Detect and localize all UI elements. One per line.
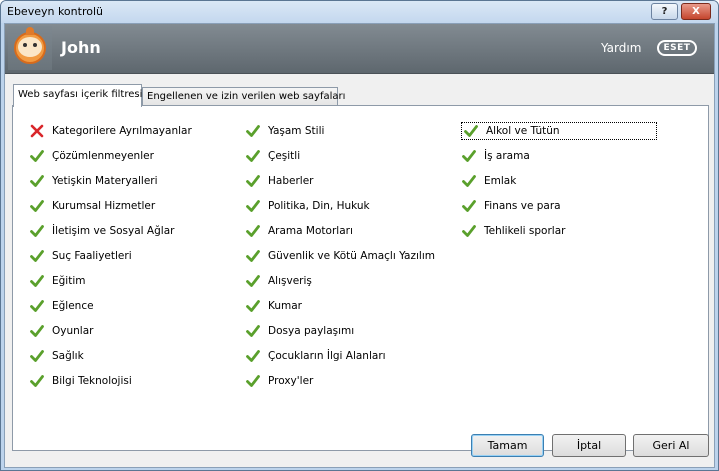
category-label: Yetişkin Materyalleri bbox=[52, 175, 158, 187]
category-item[interactable]: Politika, Din, Hukuk bbox=[246, 198, 370, 214]
category-label: Proxy'ler bbox=[268, 375, 314, 387]
dialog-body: John Yardım ESET Web sayfası içerik filt… bbox=[4, 23, 715, 468]
category-item[interactable]: Dosya paylaşımı bbox=[246, 323, 354, 339]
category-item[interactable]: Finans ve para bbox=[462, 198, 561, 214]
parental-control-window: Ebeveyn kontrolü ? X John Yardım ESET We… bbox=[0, 0, 719, 471]
category-label: Tehlikeli sporlar bbox=[484, 225, 566, 237]
category-label: Dosya paylaşımı bbox=[268, 325, 355, 337]
checkmark-icon bbox=[30, 225, 44, 237]
user-name: John bbox=[61, 38, 101, 57]
category-item[interactable]: Çözümlenmeyenler bbox=[30, 148, 154, 164]
ok-button[interactable]: Tamam bbox=[471, 434, 544, 457]
checkmark-icon bbox=[30, 250, 44, 262]
category-label: Arama Motorları bbox=[268, 225, 353, 237]
eset-logo: ESET bbox=[657, 40, 697, 56]
checkmark-icon bbox=[246, 175, 260, 187]
category-item[interactable]: Yetişkin Materyalleri bbox=[30, 173, 158, 189]
revert-button[interactable]: Geri Al bbox=[633, 434, 709, 457]
category-label: Alkol ve Tütün bbox=[486, 125, 560, 137]
checkmark-icon bbox=[30, 175, 44, 187]
category-label: Oyunlar bbox=[52, 325, 94, 337]
checkmark-icon bbox=[30, 275, 44, 287]
category-item[interactable]: Eğitim bbox=[30, 273, 85, 289]
category-label: Çocukların İlgi Alanları bbox=[268, 350, 386, 362]
category-item[interactable]: Güvenlik ve Kötü Amaçlı Yazılım bbox=[246, 248, 435, 264]
category-label: Emlak bbox=[484, 175, 517, 187]
checkmark-icon bbox=[246, 350, 260, 362]
category-label: Kumar bbox=[268, 300, 302, 312]
category-label: İş arama bbox=[484, 150, 530, 162]
category-item[interactable]: Kategorilere Ayrılmayanlar bbox=[30, 123, 192, 139]
category-label: İletişim ve Sosyal Ağlar bbox=[52, 225, 175, 237]
category-label: Eğlence bbox=[52, 300, 94, 312]
category-label: Eğitim bbox=[52, 275, 86, 287]
category-panel: Kategorilere Ayrılmayanlar Çözümlenmeyenl… bbox=[12, 105, 709, 451]
checkmark-icon bbox=[246, 375, 260, 387]
category-item[interactable]: Suç Faaliyetleri bbox=[30, 248, 132, 264]
checkmark-icon bbox=[30, 200, 44, 212]
checkmark-icon bbox=[246, 125, 260, 137]
category-item[interactable]: Kumar bbox=[246, 298, 302, 314]
category-item[interactable]: Arama Motorları bbox=[246, 223, 353, 239]
category-label: Haberler bbox=[268, 175, 314, 187]
checkmark-icon bbox=[246, 250, 260, 262]
tab-blocked-allowed-pages[interactable]: Engellenen ve izin verilen web sayfaları bbox=[142, 87, 345, 106]
checkmark-icon bbox=[462, 200, 476, 212]
checkmark-icon bbox=[30, 300, 44, 312]
category-label: Alışveriş bbox=[268, 275, 312, 287]
category-item[interactable]: Sağlık bbox=[30, 348, 84, 364]
category-item[interactable]: İş arama bbox=[462, 148, 530, 164]
category-item[interactable]: Proxy'ler bbox=[246, 373, 313, 389]
tab-web-content-filter[interactable]: Web sayfası içerik filtresi bbox=[13, 84, 142, 107]
checkmark-icon bbox=[30, 150, 44, 162]
checkmark-icon bbox=[30, 375, 44, 387]
checkmark-icon bbox=[464, 125, 478, 137]
category-label: Politika, Din, Hukuk bbox=[268, 200, 370, 212]
help-link[interactable]: Yardım bbox=[601, 41, 641, 55]
checkmark-icon bbox=[246, 150, 260, 162]
category-label: Suç Faaliyetleri bbox=[52, 250, 132, 262]
cancel-button[interactable]: İptal bbox=[552, 434, 626, 457]
checkmark-icon bbox=[30, 350, 44, 362]
help-title-button[interactable]: ? bbox=[651, 3, 678, 20]
cross-icon bbox=[30, 124, 44, 138]
category-item[interactable]: Alkol ve Tütün bbox=[461, 122, 657, 140]
checkmark-icon bbox=[246, 325, 260, 337]
category-label: Yaşam Stili bbox=[268, 125, 325, 137]
category-label: Finans ve para bbox=[484, 200, 561, 212]
checkmark-icon bbox=[246, 225, 260, 237]
user-avatar bbox=[8, 26, 52, 70]
window-title: Ebeveyn kontrolü bbox=[7, 5, 103, 18]
user-header: John Yardım ESET bbox=[5, 24, 714, 74]
category-item[interactable]: Çeşitli bbox=[246, 148, 300, 164]
checkmark-icon bbox=[462, 150, 476, 162]
close-button[interactable]: X bbox=[681, 3, 711, 20]
category-item[interactable]: Bilgi Teknolojisi bbox=[30, 373, 132, 389]
category-item[interactable]: Kurumsal Hizmetler bbox=[30, 198, 155, 214]
checkmark-icon bbox=[246, 275, 260, 287]
category-label: Kurumsal Hizmetler bbox=[52, 200, 156, 212]
category-item[interactable]: Tehlikeli sporlar bbox=[462, 223, 565, 239]
category-item[interactable]: Çocukların İlgi Alanları bbox=[246, 348, 386, 364]
category-label: Kategorilere Ayrılmayanlar bbox=[52, 125, 192, 137]
checkmark-icon bbox=[246, 200, 260, 212]
category-item[interactable]: Alışveriş bbox=[246, 273, 312, 289]
checkmark-icon bbox=[30, 325, 44, 337]
category-label: Çözümlenmeyenler bbox=[52, 150, 154, 162]
category-label: Sağlık bbox=[52, 350, 84, 362]
category-item[interactable]: Haberler bbox=[246, 173, 313, 189]
category-item[interactable]: Yaşam Stili bbox=[246, 123, 324, 139]
checkmark-icon bbox=[246, 300, 260, 312]
category-item[interactable]: İletişim ve Sosyal Ağlar bbox=[30, 223, 174, 239]
category-item[interactable]: Oyunlar bbox=[30, 323, 93, 339]
category-item[interactable]: Emlak bbox=[462, 173, 516, 189]
title-bar[interactable]: Ebeveyn kontrolü ? X bbox=[1, 1, 718, 23]
category-label: Güvenlik ve Kötü Amaçlı Yazılım bbox=[268, 250, 435, 262]
category-label: Bilgi Teknolojisi bbox=[52, 375, 132, 387]
checkmark-icon bbox=[462, 225, 476, 237]
checkmark-icon bbox=[462, 175, 476, 187]
category-label: Çeşitli bbox=[268, 150, 301, 162]
category-item[interactable]: Eğlence bbox=[30, 298, 94, 314]
